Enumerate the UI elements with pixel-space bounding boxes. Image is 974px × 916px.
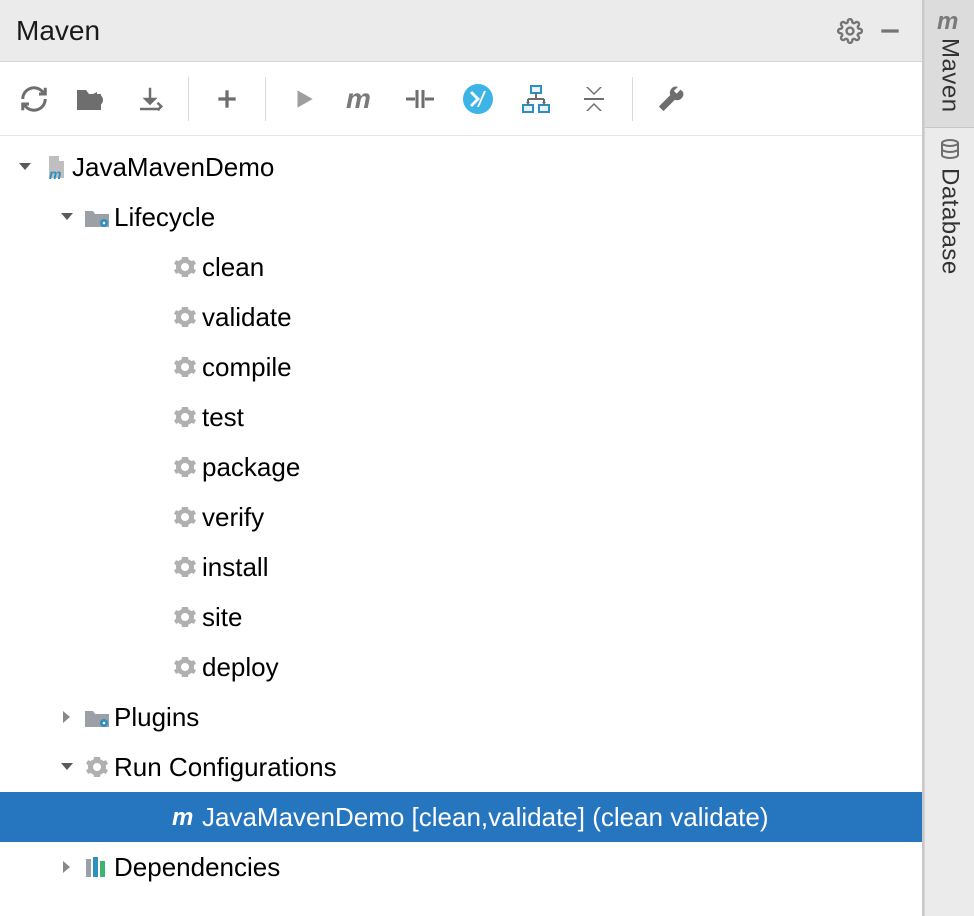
tree-label: Lifecycle — [114, 202, 215, 233]
collapse-all-button[interactable] — [566, 71, 622, 127]
tree-label: install — [202, 552, 268, 583]
maven-m-icon: m — [937, 10, 963, 32]
tree-label: site — [202, 602, 242, 633]
tree-node-goal-compile[interactable]: compile — [0, 342, 922, 392]
tree-label: deploy — [202, 652, 279, 683]
folder-gear-icon — [82, 205, 112, 229]
gear-icon — [837, 18, 863, 44]
tree-label: test — [202, 402, 244, 433]
toolbar-separator — [632, 77, 633, 121]
tree-node-goal-clean[interactable]: clean — [0, 242, 922, 292]
tool-window-header: Maven — [0, 0, 922, 62]
svg-text:m: m — [172, 806, 193, 828]
reload-button[interactable] — [6, 71, 62, 127]
reload-icon — [19, 84, 49, 114]
tree-node-plugins[interactable]: Plugins — [0, 692, 922, 742]
side-tab-maven[interactable]: m Maven — [925, 0, 974, 127]
tree-label: JavaMavenDemo [clean,validate] (clean va… — [202, 802, 769, 833]
settings-button[interactable] — [830, 11, 870, 51]
gear-icon — [170, 555, 200, 579]
tree-node-run-config-item[interactable]: m JavaMavenDemo [clean,validate] (clean … — [0, 792, 922, 842]
gear-icon — [170, 355, 200, 379]
tree-node-goal-verify[interactable]: verify — [0, 492, 922, 542]
execute-maven-goal-button[interactable]: m — [334, 71, 390, 127]
svg-text:m: m — [49, 166, 61, 180]
database-icon — [938, 138, 962, 162]
tree-node-dependencies[interactable]: Dependencies — [0, 842, 922, 892]
gear-icon — [170, 605, 200, 629]
chevron-down-icon — [52, 759, 82, 775]
chevron-right-icon — [52, 859, 82, 875]
tree-node-goal-package[interactable]: package — [0, 442, 922, 492]
gear-icon — [170, 405, 200, 429]
skip-tests-button[interactable] — [450, 71, 506, 127]
diagram-icon — [521, 84, 551, 114]
toggle-offline-button[interactable] — [392, 71, 448, 127]
tree-label: JavaMavenDemo — [72, 152, 274, 183]
tree-label: package — [202, 452, 300, 483]
minimize-icon — [877, 18, 903, 44]
tree-node-goal-deploy[interactable]: deploy — [0, 642, 922, 692]
gear-icon — [170, 455, 200, 479]
maven-tree[interactable]: m JavaMavenDemo Lifecycle clean validate c… — [0, 136, 922, 916]
run-button[interactable] — [276, 71, 332, 127]
tree-node-lifecycle[interactable]: Lifecycle — [0, 192, 922, 242]
tree-node-goal-test[interactable]: test — [0, 392, 922, 442]
toolbar-separator — [188, 77, 189, 121]
folder-gear-icon — [82, 705, 112, 729]
download-sources-button[interactable] — [122, 71, 178, 127]
side-tab-label: Database — [936, 168, 964, 275]
add-project-button[interactable] — [199, 71, 255, 127]
wrench-icon — [656, 84, 686, 114]
tree-label: Plugins — [114, 702, 199, 733]
plus-icon — [214, 86, 240, 112]
tree-label: verify — [202, 502, 264, 533]
tree-node-project[interactable]: m JavaMavenDemo — [0, 142, 922, 192]
maven-m-icon: m — [346, 86, 378, 112]
gear-icon — [170, 255, 200, 279]
show-dependencies-button[interactable] — [508, 71, 564, 127]
play-icon — [291, 86, 317, 112]
collapse-icon — [580, 85, 608, 113]
tree-label: clean — [202, 252, 264, 283]
side-tab-database[interactable]: Database — [925, 128, 974, 289]
gear-icon — [170, 655, 200, 679]
generate-sources-button[interactable] — [64, 71, 120, 127]
toolbar: m — [0, 62, 922, 136]
maven-project-icon: m — [40, 154, 70, 180]
tree-node-goal-install[interactable]: install — [0, 542, 922, 592]
toolbar-separator — [265, 77, 266, 121]
svg-text:m: m — [937, 10, 958, 32]
tree-label: Run Configurations — [114, 752, 337, 783]
side-tab-label: Maven — [936, 38, 964, 113]
gear-icon — [170, 505, 200, 529]
folder-refresh-icon — [75, 84, 109, 114]
tree-node-goal-validate[interactable]: validate — [0, 292, 922, 342]
svg-text:m: m — [346, 86, 371, 112]
minimize-button[interactable] — [870, 11, 910, 51]
maven-m-icon: m — [170, 806, 200, 828]
library-icon — [82, 855, 112, 879]
tool-window-title: Maven — [16, 15, 830, 47]
tree-node-goal-site[interactable]: site — [0, 592, 922, 642]
gear-icon — [82, 755, 112, 779]
skip-tests-icon — [462, 83, 494, 115]
download-icon — [135, 84, 165, 114]
tree-label: compile — [202, 352, 292, 383]
tree-label: validate — [202, 302, 292, 333]
chevron-down-icon — [10, 159, 40, 175]
tree-label: Dependencies — [114, 852, 280, 883]
gear-icon — [170, 305, 200, 329]
chevron-right-icon — [52, 709, 82, 725]
tree-node-run-configs[interactable]: Run Configurations — [0, 742, 922, 792]
right-sidebar: m Maven Database — [924, 0, 974, 916]
chevron-down-icon — [52, 209, 82, 225]
maven-settings-button[interactable] — [643, 71, 699, 127]
maven-tool-window: Maven — [0, 0, 924, 916]
offline-icon — [404, 86, 436, 112]
